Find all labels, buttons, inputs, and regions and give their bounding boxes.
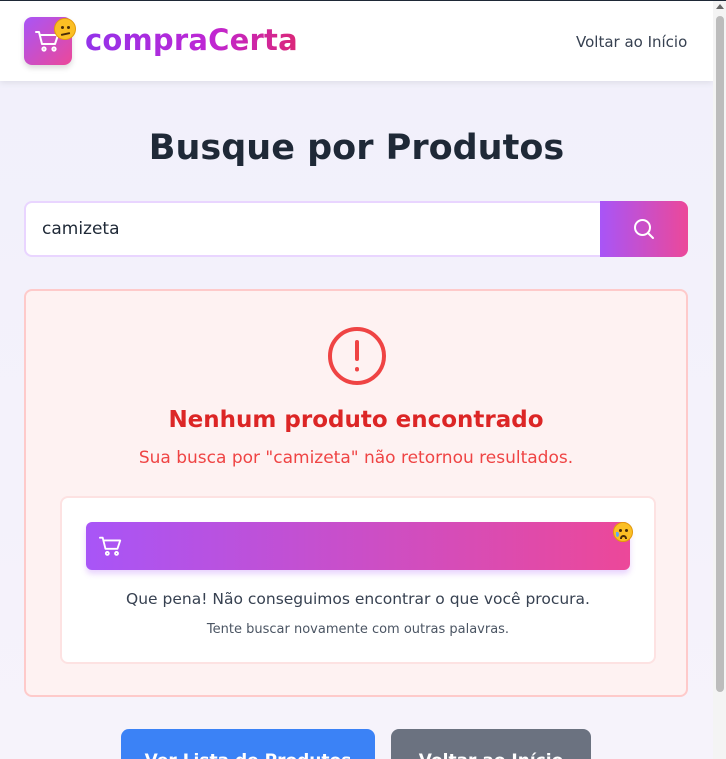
search-button[interactable] <box>600 201 688 257</box>
app-header: compraCerta Voltar ao Início <box>0 1 713 81</box>
brand-name[interactable]: compraCerta <box>85 23 298 57</box>
view-product-list-button[interactable]: Ver Lista de Produtos <box>121 729 375 759</box>
cart-banner <box>86 522 630 570</box>
confused-face-emoji <box>54 18 76 40</box>
alert-circle-icon <box>328 327 386 385</box>
page-title: Busque por Produtos <box>148 128 565 168</box>
no-results-subtitle: Sua busca por "camizeta" não retornou re… <box>138 448 574 468</box>
no-results-card: Que pena! Não conseguimos encontrar o qu… <box>60 496 656 664</box>
no-results-panel: Nenhum produto encontrado Sua busca por … <box>24 289 688 697</box>
crying-face-emoji <box>613 522 633 542</box>
search-input[interactable] <box>24 201 601 257</box>
retry-hint: Tente buscar novamente com outras palavr… <box>206 622 510 637</box>
nav-back-home-link[interactable]: Voltar ao Início <box>576 33 687 51</box>
scroll-up-arrow-icon[interactable] <box>716 4 724 9</box>
search-icon <box>634 219 654 239</box>
sorry-message: Que pena! Não conseguimos encontrar o qu… <box>126 590 590 608</box>
scrollbar-thumb[interactable] <box>716 16 724 692</box>
back-home-button[interactable]: Voltar ao Início <box>391 729 591 759</box>
shopping-cart-icon <box>99 536 122 556</box>
no-results-title: Nenhum produto encontrado <box>168 407 544 433</box>
